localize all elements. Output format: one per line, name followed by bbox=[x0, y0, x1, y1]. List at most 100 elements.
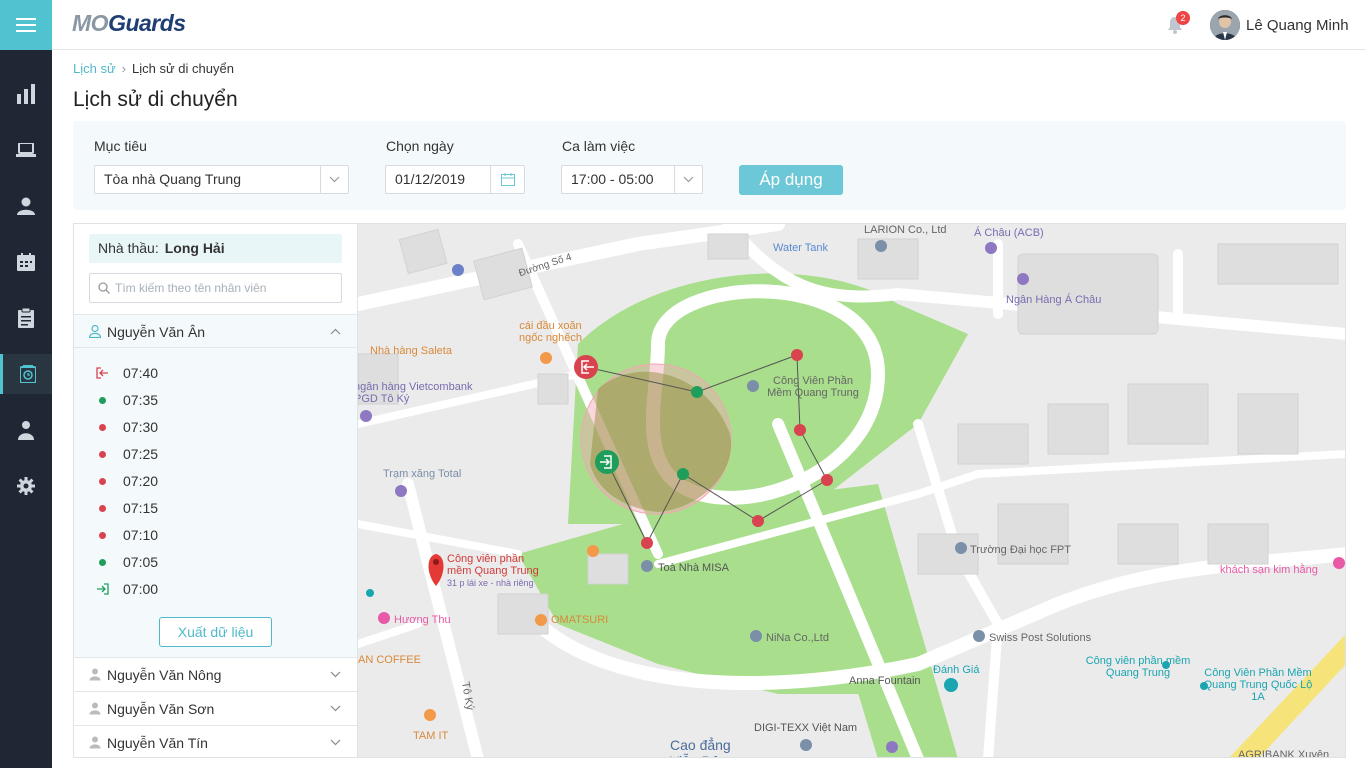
nav-settings[interactable] bbox=[0, 466, 52, 506]
date-label: Chọn ngày bbox=[386, 138, 454, 154]
employee-name: Nguyễn Văn Nông bbox=[107, 667, 222, 683]
map-view[interactable]: Water Tank LARION Co., Ltd Á Châu (ACB) … bbox=[358, 223, 1346, 758]
map-label: Công Viên Phần Mềm Quang Trung Quốc Lộ 1… bbox=[1203, 667, 1313, 703]
red-dot-icon bbox=[99, 451, 106, 458]
chevron-right-icon: › bbox=[121, 61, 127, 76]
nav-devices[interactable] bbox=[0, 130, 52, 170]
green-dot-icon bbox=[99, 559, 106, 566]
timeline-item[interactable]: 07:05 bbox=[96, 552, 158, 572]
route-point[interactable] bbox=[794, 424, 806, 436]
user-icon bbox=[89, 702, 101, 715]
logo-prefix: MO bbox=[72, 10, 109, 36]
top-bar: MOGuards 2 Lê Quang Minh bbox=[52, 0, 1366, 50]
timeline-item[interactable]: 07:25 bbox=[96, 444, 158, 464]
timeline-item[interactable]: 07:15 bbox=[96, 498, 158, 518]
check-in-marker[interactable] bbox=[595, 450, 619, 474]
employee-name: Nguyễn Văn Ân bbox=[107, 324, 206, 340]
route-point[interactable] bbox=[752, 515, 764, 527]
employee-search-input[interactable]: Tìm kiếm theo tên nhân viên bbox=[89, 273, 342, 303]
nav-reports[interactable] bbox=[0, 298, 52, 338]
shift-select[interactable]: 17:00 - 05:00 bbox=[561, 165, 703, 194]
shift-value: 17:00 - 05:00 bbox=[571, 171, 654, 187]
map-label: Water Tank bbox=[773, 242, 829, 254]
date-field[interactable]: 01/12/2019 bbox=[385, 165, 525, 194]
timeline-time: 07:00 bbox=[123, 581, 159, 597]
apply-button[interactable]: Áp dụng bbox=[739, 165, 843, 195]
map-label: Anna Fountain bbox=[849, 675, 921, 687]
map-label: Swiss Post Solutions bbox=[989, 632, 1092, 644]
timeline-item[interactable]: 07:10 bbox=[96, 525, 158, 545]
timeline-item[interactable]: 07:20 bbox=[96, 471, 158, 491]
map-label: AGRIBANK Xuyên bbox=[1238, 749, 1330, 758]
employee-item[interactable]: Nguyễn Văn Ân bbox=[74, 314, 357, 348]
nav-users[interactable] bbox=[0, 186, 52, 226]
map-label: TAM IT bbox=[413, 730, 449, 742]
laptop-icon bbox=[16, 143, 36, 157]
target-select[interactable]: Tòa nhà Quang Trung bbox=[94, 165, 349, 194]
notification-badge: 2 bbox=[1176, 11, 1190, 25]
user-icon bbox=[89, 325, 101, 338]
page-title: Lịch sử di chuyển bbox=[73, 88, 238, 111]
breadcrumb-parent-link[interactable]: Lịch sử bbox=[73, 61, 116, 76]
timeline-time: 07:20 bbox=[123, 473, 159, 489]
map-label: Toà Nhà MISA bbox=[658, 562, 729, 574]
route-point[interactable] bbox=[821, 474, 833, 486]
timeline-item[interactable]: 07:35 bbox=[96, 390, 158, 410]
route-point[interactable] bbox=[691, 386, 703, 398]
breadcrumb-current: Lịch sử di chuyển bbox=[132, 61, 234, 76]
search-placeholder: Tìm kiếm theo tên nhân viên bbox=[115, 281, 267, 295]
employee-item[interactable]: Nguyễn Văn Sơn bbox=[74, 691, 357, 725]
timeline-item[interactable]: 07:00 bbox=[96, 579, 158, 599]
filter-bar: Mục tiêu Tòa nhà Quang Trung Chọn ngày 0… bbox=[73, 121, 1346, 210]
employee-item[interactable]: Nguyễn Văn Tín bbox=[74, 725, 357, 757]
timeline-list: 07:40 07:35 07:30 07:25 07:20 07:15 07:1… bbox=[74, 348, 357, 606]
nav-schedule[interactable] bbox=[0, 242, 52, 282]
date-picker-button[interactable] bbox=[490, 166, 524, 193]
check-out-marker[interactable] bbox=[574, 355, 598, 379]
check-in-icon bbox=[97, 583, 109, 595]
menu-toggle-button[interactable] bbox=[0, 0, 52, 50]
breadcrumb: Lịch sử › Lịch sử di chuyển bbox=[73, 61, 234, 76]
route-point[interactable] bbox=[677, 468, 689, 480]
map-label: Á Châu (ACB) bbox=[974, 227, 1044, 239]
map-label: AN COFFEE bbox=[358, 654, 421, 666]
employee-name: Nguyễn Văn Tín bbox=[107, 735, 208, 751]
nav-dashboard[interactable] bbox=[0, 74, 52, 114]
employee-item[interactable]: Nguyễn Văn Nông bbox=[74, 657, 357, 691]
timeline-time: 07:15 bbox=[123, 500, 159, 516]
chevron-down-icon bbox=[683, 176, 694, 183]
timeline-item[interactable]: 07:30 bbox=[96, 417, 158, 437]
employee-panel: Nhà thầu: Long Hải Tìm kiếm theo tên nhân… bbox=[73, 223, 358, 758]
nav-history[interactable] bbox=[0, 354, 52, 394]
route-point[interactable] bbox=[641, 537, 653, 549]
export-button[interactable]: Xuất dữ liệu bbox=[159, 617, 272, 647]
app-logo[interactable]: MOGuards bbox=[72, 10, 186, 37]
green-dot-icon bbox=[99, 397, 106, 404]
bar-chart-icon bbox=[17, 84, 35, 104]
chevron-down-icon bbox=[330, 671, 341, 678]
avatar[interactable] bbox=[1210, 10, 1240, 40]
calendar-icon bbox=[17, 253, 35, 271]
map-label: Công viên phần mềm Quang Trung bbox=[1085, 655, 1191, 679]
chevron-down-icon bbox=[330, 705, 341, 712]
date-value: 01/12/2019 bbox=[395, 171, 466, 187]
timeline-time: 07:40 bbox=[123, 365, 159, 381]
map-label: 31 p lái xe - nhà riêng bbox=[447, 578, 534, 588]
map-label: NiNa Co.,Ltd bbox=[766, 632, 829, 644]
hamburger-icon bbox=[16, 18, 36, 32]
map-label: DIGI-TEXX Việt Nam bbox=[754, 722, 858, 734]
map-label: Hương Thu bbox=[394, 614, 451, 626]
route-point[interactable] bbox=[791, 349, 803, 361]
map-label: OMATSURI bbox=[551, 614, 609, 626]
timeline-item[interactable]: 07:40 bbox=[96, 363, 158, 383]
nav-staff[interactable] bbox=[0, 410, 52, 450]
chevron-down-icon bbox=[330, 739, 341, 746]
map-label: Nhà hàng Saleta bbox=[370, 345, 452, 357]
user-name[interactable]: Lê Quang Minh bbox=[1246, 17, 1349, 34]
contractor-info: Nhà thầu: Long Hải bbox=[89, 234, 342, 263]
red-dot-icon bbox=[99, 478, 106, 485]
timeline-time: 07:35 bbox=[123, 392, 159, 408]
chevron-down-icon bbox=[329, 176, 340, 183]
contractor-value: Long Hải bbox=[164, 240, 225, 256]
map-label: Ngân Hàng Á Châu bbox=[1006, 294, 1102, 306]
